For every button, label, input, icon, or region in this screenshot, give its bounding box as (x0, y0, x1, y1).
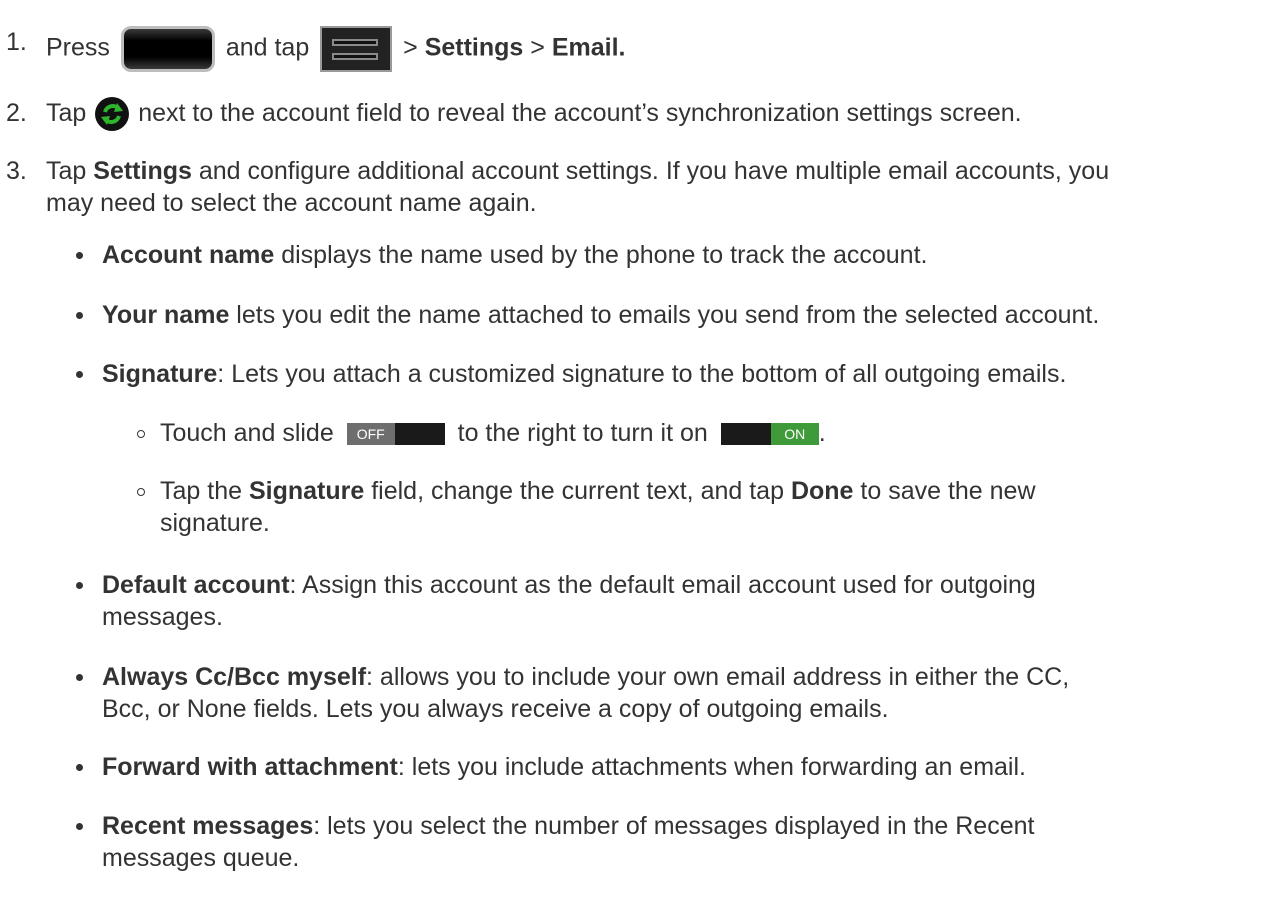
sync-icon (95, 97, 130, 132)
sub-bullet-term: Signature (248, 477, 365, 505)
bullet-recent-messages: Recent messages: lets you select the num… (102, 810, 1034, 842)
toggle-on-icon: ON (720, 423, 819, 446)
menu-key-icon (320, 26, 393, 72)
toggle-off-label: OFF (346, 423, 395, 446)
bullet-marker (76, 674, 83, 681)
bullet-marker (76, 312, 83, 319)
step-text: Tap (46, 99, 87, 127)
bullet-term: Recent messages (102, 812, 314, 840)
home-key-icon (120, 26, 215, 72)
step-text: Tap (46, 157, 87, 185)
step-number: 2. (6, 99, 27, 127)
bullet-your-name: Your name lets you edit the name attache… (102, 299, 1099, 331)
bullet-default-account: Default account: Assign this account as … (102, 569, 1036, 601)
toggle-on-label: ON (770, 423, 819, 446)
settings-term: Settings (93, 157, 192, 185)
sub-bullet-marker (137, 430, 145, 438)
email-term: Email. (551, 33, 626, 62)
step-number: 1. (6, 28, 27, 56)
sub-bullet-text: to save the new (860, 477, 1036, 505)
bullet-text-continued: Bcc, or None fields. Lets you always rec… (102, 695, 889, 723)
bullet-term: Signature (102, 360, 218, 388)
step-text-continued: may need to select the account name agai… (46, 189, 537, 217)
bullet-text: : Lets you attach a customized signature… (217, 360, 1067, 388)
toggle-off-icon: OFF (346, 423, 445, 446)
sub-bullet-toggle: Touch and slide OFF to the right to turn… (160, 417, 826, 449)
bullet-text: : allows you to include your own email a… (366, 663, 1070, 691)
bullet-text-continued: messages queue. (102, 844, 300, 872)
step-text: Press (46, 33, 110, 62)
bullet-term: Your name (102, 301, 230, 329)
sub-bullet-text: to the right to turn it on (457, 419, 708, 447)
step-text: and configure additional account setting… (198, 157, 1110, 185)
bullet-text: : Assign this account as the default ema… (289, 571, 1036, 599)
sub-bullet-text: field, change the current text, and tap (371, 477, 784, 505)
bullet-text: : lets you select the number of messages… (313, 812, 1035, 840)
sub-bullet-text: . (818, 419, 826, 447)
bullet-text: : lets you include attachments when forw… (397, 753, 1026, 781)
step-text: next to the account field to reveal the … (138, 99, 1022, 127)
bullet-marker (76, 823, 83, 830)
bullet-text-continued: messages. (102, 603, 223, 631)
bullet-account-name: Account name displays the name used by t… (102, 239, 927, 271)
separator: > (403, 33, 418, 62)
sub-bullet-term: Done (790, 477, 854, 505)
sub-bullet-signature-field: Tap the Signature field, change the curr… (160, 475, 1036, 507)
bullet-forward: Forward with attachment: lets you includ… (102, 751, 1026, 783)
separator: > (530, 33, 545, 62)
bullet-text: displays the name used by the phone to t… (281, 241, 928, 269)
sub-bullet-text: Tap the (160, 477, 243, 505)
sub-bullet-text-continued: signature. (160, 509, 270, 537)
settings-term: Settings (424, 33, 524, 62)
bullet-always-cc: Always Cc/Bcc myself: allows you to incl… (102, 661, 1069, 693)
bullet-marker (76, 252, 83, 259)
bullet-text: lets you edit the name attached to email… (236, 301, 1100, 329)
step-number: 3. (6, 157, 27, 185)
sub-bullet-text: Touch and slide (160, 419, 334, 447)
sub-bullet-marker (137, 488, 145, 496)
bullet-term: Forward with attachment (102, 753, 398, 781)
bullet-term: Default account (102, 571, 290, 599)
bullet-marker (76, 764, 83, 771)
bullet-marker (76, 582, 83, 589)
bullet-term: Always Cc/Bcc myself (102, 663, 367, 691)
step-text: and tap (225, 33, 310, 62)
bullet-signature: Signature: Lets you attach a customized … (102, 358, 1066, 390)
bullet-term: Account name (102, 241, 275, 269)
bullet-marker (76, 371, 83, 378)
